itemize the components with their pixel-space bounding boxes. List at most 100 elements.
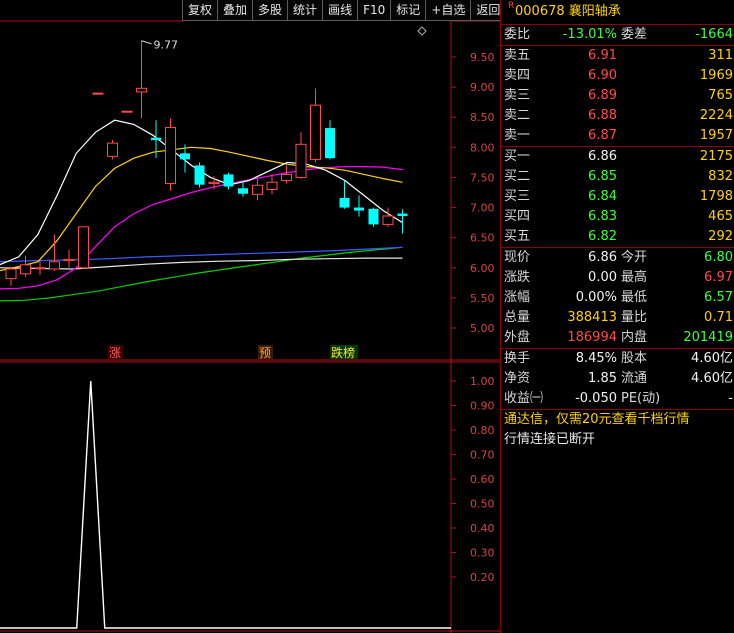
- candle-body: [238, 188, 248, 194]
- buy-row: 买四 6.83 465: [501, 207, 734, 227]
- price-tick-label: 8.00: [470, 141, 495, 154]
- stat-row: 收益㈠ -0.050 PE(动) -: [501, 389, 734, 409]
- candle-body: [208, 181, 220, 184]
- stock-name: 襄阳轴承: [568, 4, 621, 19]
- stat-value: -0.050: [575, 391, 617, 406]
- weibi-label: 委比: [504, 27, 531, 42]
- finance-stats: 换手 8.45% 股本 4.60亿 净资 1.85 流通 4.60亿 收益㈠ -0.050 PE(动…: [501, 349, 734, 410]
- order-volume: 292: [708, 229, 733, 244]
- order-volume: 465: [708, 209, 733, 224]
- order-label: 买三: [504, 189, 531, 204]
- candle-body: [339, 197, 350, 208]
- kline-chart-panel[interactable]: 9.50 9.00 8.50 8.00 7.50 7.00 6.50 6.00 5.50 5.00…: [0, 0, 500, 633]
- candle-body: [151, 137, 161, 141]
- candle-body: [281, 173, 292, 181]
- stat-value: 1.85: [588, 371, 617, 386]
- stat-label: 内盘: [621, 330, 648, 345]
- order-price: 6.88: [588, 108, 617, 123]
- quote-panel: R 000678 襄阳轴承 委比 -13.01% 委差 -1664 卖五 6.91…: [500, 0, 734, 633]
- stat-label: 外盘: [504, 330, 531, 345]
- order-label: 卖三: [504, 88, 531, 103]
- order-volume: 1969: [699, 68, 733, 83]
- order-label: 卖五: [504, 48, 531, 63]
- rights-mark: R: [508, 1, 515, 11]
- indicator-tick-label: 0.30: [470, 547, 495, 560]
- stat-value: 6.80: [704, 250, 733, 265]
- order-volume: 1798: [699, 189, 733, 204]
- order-volume: 311: [708, 48, 733, 63]
- candle-body: [49, 261, 60, 270]
- chart-toolbar: 复权 叠加 多股 统计 画线 F10 标记 +自选 返回: [182, 0, 507, 22]
- stock-title: R 000678 襄阳轴承: [501, 0, 734, 25]
- kline-chart[interactable]: 9.50 9.00 8.50 8.00 7.50 7.00 6.50 6.00 5.50 5.00…: [0, 0, 500, 633]
- buy-row: 买一 6.86 2175: [501, 147, 734, 167]
- stat-row: 总量 388413 量比 0.71: [501, 308, 734, 328]
- candle-body: [295, 143, 307, 178]
- connection-status: 行情连接已断开: [504, 432, 596, 447]
- ma-blue-line: [0, 246, 403, 263]
- buy-row: 买二 6.85 832: [501, 167, 734, 187]
- price-tick-label: 9.50: [470, 51, 495, 64]
- candle-body: [194, 165, 205, 185]
- candle-body: [63, 258, 75, 262]
- toolbar-button-5[interactable]: F10: [357, 0, 392, 21]
- candle-body: [34, 267, 46, 270]
- candle-body: [165, 126, 176, 184]
- price-tick-label: 9.00: [470, 81, 495, 94]
- price-tick-label: 7.00: [470, 202, 495, 215]
- toolbar-button-6[interactable]: 标记: [390, 0, 427, 21]
- order-volume: 2224: [699, 108, 733, 123]
- candle-body: [325, 128, 335, 159]
- candle-body: [368, 208, 379, 225]
- stat-label: PE(动): [621, 391, 661, 406]
- price-tick-label: 6.50: [470, 232, 495, 245]
- order-label: 卖四: [504, 68, 531, 83]
- indicator-tick-label: 0.90: [470, 400, 495, 413]
- price-tick-label: 8.50: [470, 111, 495, 124]
- stat-value: 4.60亿: [691, 351, 733, 366]
- toolbar-button-3[interactable]: 统计: [287, 0, 324, 21]
- price-tick-label: 5.00: [470, 322, 495, 335]
- upgrade-notice[interactable]: 通达信，仅需20元查看千档行情: [501, 410, 734, 430]
- weicha-label: 委差: [621, 27, 648, 42]
- candle-body: [266, 181, 278, 190]
- stat-label: 涨跌: [504, 270, 531, 285]
- candle-body: [5, 268, 17, 280]
- toolbar-button-4[interactable]: 画线: [322, 0, 359, 21]
- stat-value: 186994: [567, 330, 617, 345]
- candle-body: [223, 174, 234, 187]
- indicator-tick-label: 0.80: [470, 424, 495, 437]
- stat-label: 净资: [504, 371, 531, 386]
- toolbar-button-0[interactable]: 复权: [182, 0, 219, 21]
- stat-value: 4.60亿: [691, 371, 733, 386]
- indicator-tick-label: 1.00: [470, 375, 495, 388]
- stat-label: 股本: [621, 351, 648, 366]
- indicator-tick-label: 0.70: [470, 449, 495, 462]
- chart-settings-icon: [417, 26, 427, 36]
- stat-label: 最低: [621, 290, 648, 305]
- toolbar-button-1[interactable]: 叠加: [217, 0, 254, 21]
- stat-row: 净资 1.85 流通 4.60亿: [501, 369, 734, 389]
- indicator-tick-label: 0.20: [470, 571, 495, 584]
- stat-row: 涨幅 0.00% 最低 6.57: [501, 288, 734, 308]
- indicator-tick-label: 0.60: [470, 473, 495, 486]
- stat-value: 8.45%: [575, 351, 617, 366]
- event-tag: 涨: [109, 345, 121, 360]
- stat-label: 量比: [621, 310, 648, 325]
- toolbar-button-2[interactable]: 多股: [252, 0, 289, 21]
- price-tick-label: 7.50: [470, 171, 495, 184]
- order-price: 6.89: [588, 88, 617, 103]
- ma20-line: [0, 166, 403, 290]
- toolbar-button-7[interactable]: +自选: [425, 0, 472, 21]
- order-price: 6.86: [588, 149, 617, 164]
- order-label: 买一: [504, 149, 531, 164]
- candle-body: [252, 184, 263, 195]
- order-label: 买二: [504, 169, 531, 184]
- candle-body: [354, 207, 364, 211]
- order-volume: 1957: [699, 128, 733, 143]
- stat-label: 最高: [621, 270, 648, 285]
- indicator-tick-label: 0.40: [470, 522, 495, 535]
- sell-row: 卖四 6.90 1969: [501, 66, 734, 86]
- order-volume: 2175: [699, 149, 733, 164]
- buy-orders: 买一 6.86 2175 买二 6.85 832 买三 6.84 1798 买四 6.83 465 买五…: [501, 147, 734, 248]
